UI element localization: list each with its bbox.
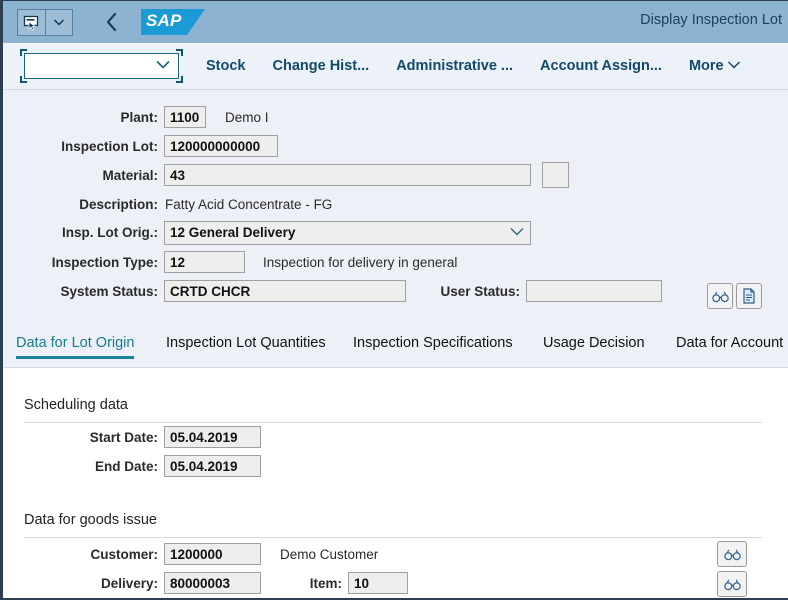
user-status-input[interactable] bbox=[526, 280, 662, 302]
toolbar-administrative-label: Administrative ... bbox=[396, 58, 514, 74]
field-row-inspection-type: Inspection Type: 12 Inspection for deliv… bbox=[3, 251, 457, 273]
end-date-input[interactable]: 05.04.2019 bbox=[164, 455, 261, 477]
tab-data-for-account-label: Data for Account bbox=[676, 335, 784, 351]
toolbar-administrative[interactable]: Administrative ... bbox=[396, 58, 513, 74]
toolbar-change-history[interactable]: Change Hist... bbox=[273, 58, 370, 74]
document-icon bbox=[743, 288, 755, 304]
toolbar-account-assignment[interactable]: Account Assign... bbox=[540, 58, 662, 74]
tab-panel-data-for-lot-origin: Scheduling data Start Date: 05.04.2019 E… bbox=[3, 368, 788, 598]
end-date-label: End Date: bbox=[94, 458, 158, 474]
inspection-type-description: Inspection for delivery in general bbox=[263, 254, 458, 270]
user-status-label: User Status: bbox=[440, 283, 520, 299]
delivery-label: Delivery: bbox=[100, 575, 158, 591]
field-row-customer: Customer: 1200000 Demo Customer bbox=[3, 543, 378, 565]
toolbar-stock[interactable]: Stock bbox=[206, 58, 246, 74]
goods-issue-section-title: Data for goods issue bbox=[24, 512, 157, 528]
focus-bracket-top-left bbox=[20, 49, 27, 56]
customer-label: Customer: bbox=[90, 546, 158, 562]
tab-data-for-lot-origin-label: Data for Lot Origin bbox=[16, 335, 135, 351]
goods-issue-section-divider bbox=[24, 537, 762, 538]
binoculars-icon bbox=[723, 579, 741, 590]
chevron-down-icon bbox=[155, 57, 171, 75]
back-chevron-icon[interactable] bbox=[101, 9, 123, 35]
chevron-down-icon[interactable] bbox=[45, 9, 72, 35]
description-label: Description: bbox=[79, 196, 158, 212]
tab-inspection-specifications[interactable]: Inspection Specifications bbox=[353, 335, 513, 359]
tab-data-for-lot-origin[interactable]: Data for Lot Origin bbox=[16, 335, 135, 359]
plant-label: Plant: bbox=[120, 109, 158, 125]
plant-input[interactable]: 1100 bbox=[164, 106, 206, 128]
field-row-material: Material: 43 bbox=[3, 162, 569, 188]
focus-bracket-top-right bbox=[176, 49, 183, 56]
page-title: Display Inspection Lot bbox=[640, 12, 782, 28]
field-row-delivery: Delivery: 80000003 Item: 10 bbox=[3, 572, 408, 594]
scheduling-section-divider bbox=[24, 422, 762, 423]
sap-logo[interactable]: SAP bbox=[141, 9, 205, 35]
tab-inspection-specifications-label: Inspection Specifications bbox=[353, 335, 513, 351]
item-input[interactable]: 10 bbox=[348, 572, 408, 594]
plant-description: Demo I bbox=[225, 109, 269, 125]
inspection-lot-header-form: Plant: 1100 Demo I Inspection Lot: 12000… bbox=[3, 90, 788, 395]
delivery-input[interactable]: 80000003 bbox=[164, 572, 261, 594]
toolbar-more-label: More bbox=[688, 58, 724, 74]
inspection-lot-label: Inspection Lot: bbox=[61, 138, 158, 154]
delivery-binoculars-button[interactable] bbox=[717, 571, 747, 597]
tab-usage-decision-label: Usage Decision bbox=[543, 335, 645, 351]
inspection-type-label: Inspection Type: bbox=[51, 254, 158, 270]
field-row-start-date: Start Date: 05.04.2019 bbox=[3, 426, 261, 448]
tab-bar: Data for Lot Origin Inspection Lot Quant… bbox=[3, 331, 788, 368]
customer-description: Demo Customer bbox=[280, 546, 379, 562]
sap-logo-text: SAP bbox=[146, 11, 182, 30]
field-row-plant: Plant: 1100 Demo I bbox=[3, 106, 269, 128]
insp-lot-orig-label: Insp. Lot Orig.: bbox=[62, 225, 158, 240]
tab-data-for-account[interactable]: Data for Account bbox=[676, 335, 783, 359]
chevron-down-icon bbox=[727, 58, 741, 74]
insp-lot-orig-value: 12 General Delivery bbox=[170, 225, 296, 240]
tab-inspection-lot-quantities[interactable]: Inspection Lot Quantities bbox=[166, 335, 326, 359]
toolbar-more[interactable]: More bbox=[689, 58, 741, 74]
customer-binoculars-button[interactable] bbox=[717, 541, 747, 567]
focus-bracket-bottom-left bbox=[20, 76, 27, 83]
binoculars-icon bbox=[711, 291, 729, 302]
material-label: Material: bbox=[102, 167, 158, 183]
sap-fiori-window: SAP Display Inspection Lot Stock Change … bbox=[0, 0, 788, 600]
tab-usage-decision[interactable]: Usage Decision bbox=[543, 335, 645, 359]
description-document-button[interactable] bbox=[736, 283, 762, 309]
action-toolbar: Stock Change Hist... Administrative ... … bbox=[3, 43, 788, 90]
field-row-system-status: System Status: CRTD CHCR User Status: bbox=[3, 280, 662, 302]
field-row-end-date: End Date: 05.04.2019 bbox=[3, 455, 261, 477]
description-value: Fatty Acid Concentrate - FG bbox=[165, 196, 333, 212]
toolbar-change-history-label: Change Hist... bbox=[272, 58, 370, 74]
toolbar-account-assignment-label: Account Assign... bbox=[540, 58, 662, 74]
inspection-type-input[interactable]: 12 bbox=[164, 251, 245, 273]
focus-bracket-bottom-right bbox=[176, 76, 183, 83]
description-binoculars-button[interactable] bbox=[707, 283, 733, 309]
insp-lot-orig-select[interactable]: 12 General Delivery bbox=[164, 220, 531, 245]
start-date-input[interactable]: 05.04.2019 bbox=[164, 426, 261, 448]
select-cursor-icon[interactable] bbox=[18, 10, 45, 35]
shell-menu-button-group[interactable] bbox=[17, 8, 73, 36]
material-value-help-button[interactable] bbox=[542, 162, 569, 188]
system-status-label: System Status: bbox=[60, 283, 158, 299]
shell-header: SAP Display Inspection Lot bbox=[3, 1, 788, 43]
item-label: Item: bbox=[309, 575, 342, 591]
scheduling-section-title: Scheduling data bbox=[24, 397, 128, 413]
system-status-input[interactable]: CRTD CHCR bbox=[164, 280, 406, 302]
inspection-lot-input[interactable]: 120000000000 bbox=[164, 135, 278, 157]
field-row-insp-lot-orig: Insp. Lot Orig.: 12 General Delivery bbox=[3, 220, 531, 245]
toolbar-stock-label: Stock bbox=[206, 58, 246, 74]
material-input[interactable]: 43 bbox=[164, 164, 531, 186]
toolbar-select-wrapper bbox=[20, 49, 183, 83]
tab-inspection-lot-quantities-label: Inspection Lot Quantities bbox=[166, 335, 326, 351]
chevron-down-icon bbox=[509, 225, 525, 240]
start-date-label: Start Date: bbox=[89, 429, 158, 445]
toolbar-select[interactable] bbox=[24, 53, 179, 79]
field-row-inspection-lot: Inspection Lot: 120000000000 bbox=[3, 135, 278, 157]
binoculars-icon bbox=[723, 549, 741, 560]
field-row-description: Description: Fatty Acid Concentrate - FG bbox=[3, 193, 332, 215]
customer-input[interactable]: 1200000 bbox=[164, 543, 261, 565]
